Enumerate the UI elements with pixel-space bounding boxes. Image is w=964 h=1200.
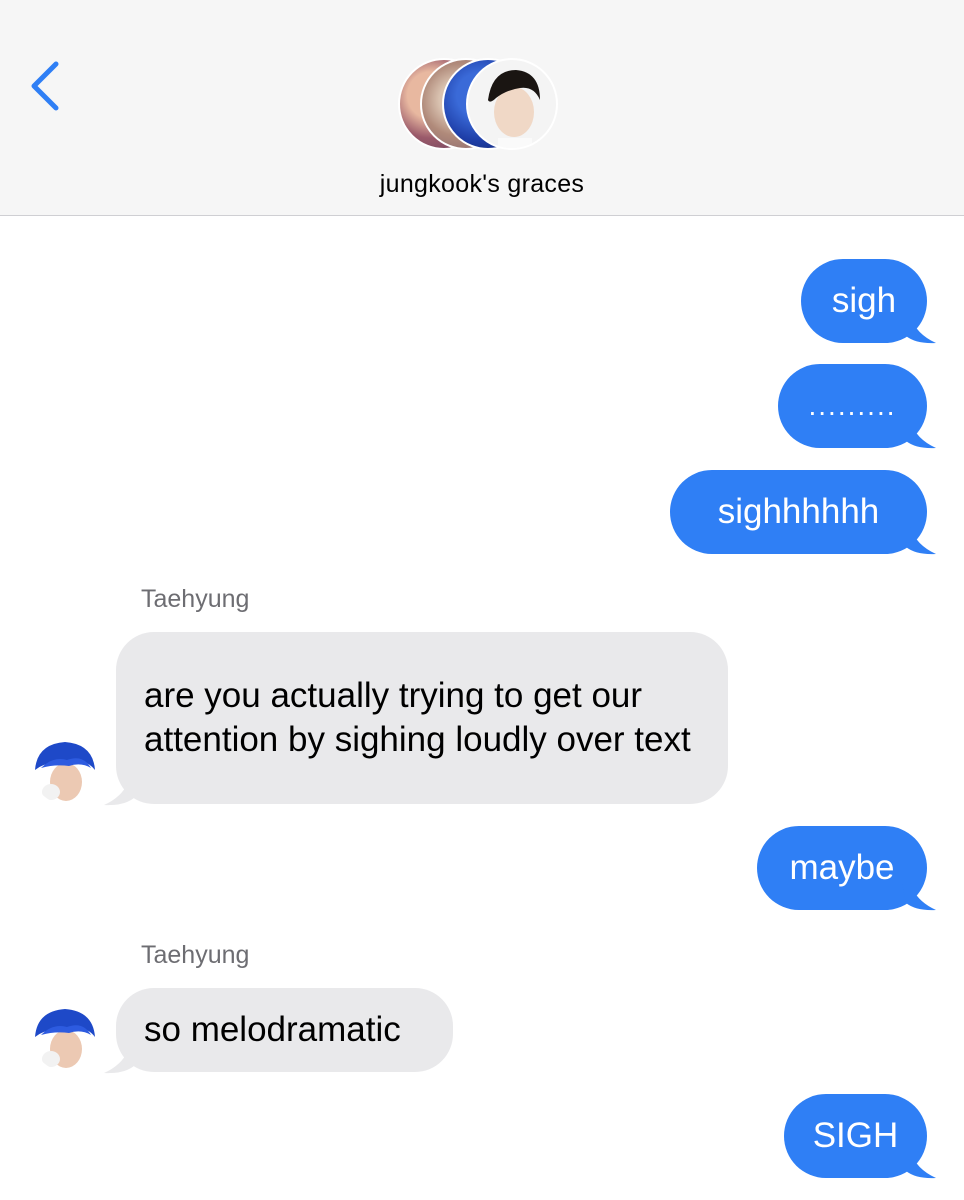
message-text: sigh (831, 281, 897, 320)
avatar[interactable] (33, 740, 97, 804)
sender-name: Taehyung (141, 941, 250, 969)
message-text: ......... (808, 390, 897, 421)
back-button[interactable] (26, 58, 66, 114)
avatar[interactable] (33, 1007, 97, 1071)
bubble-tail (902, 1151, 936, 1179)
message-text: maybe (789, 848, 895, 887)
bubble-tail (902, 883, 936, 911)
bubble-tail (902, 316, 936, 344)
avatar (466, 58, 558, 150)
sender-name: Taehyung (141, 585, 250, 613)
message-text: SIGH (812, 1116, 899, 1155)
bubble-tail (104, 1046, 138, 1074)
outgoing-message[interactable]: sighhhhhh (670, 470, 927, 554)
message-text: are you actually trying to get our atten… (144, 676, 691, 759)
group-name[interactable]: jungkook's graces (0, 170, 964, 199)
bubble-tail (104, 778, 138, 806)
incoming-message[interactable]: so melodramatic (116, 988, 453, 1072)
group-avatar-stack[interactable] (398, 58, 568, 154)
chevron-left-icon (31, 61, 59, 111)
message-text: so melodramatic (144, 1010, 401, 1049)
incoming-message[interactable]: are you actually trying to get our atten… (116, 632, 728, 804)
bubble-tail (902, 527, 936, 555)
conversation-header: jungkook's graces (0, 0, 964, 216)
message-text: sighhhhhh (717, 492, 880, 531)
bubble-tail (902, 421, 936, 449)
